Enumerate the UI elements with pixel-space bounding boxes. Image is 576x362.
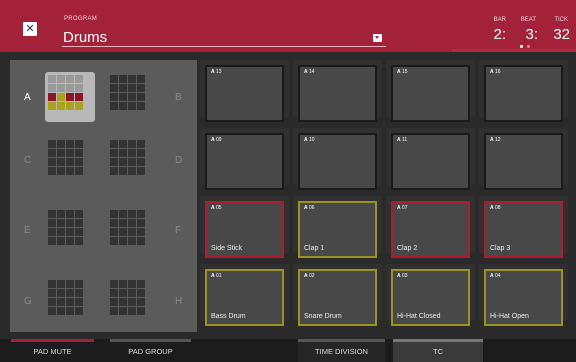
- pad-number: A 07: [397, 205, 408, 211]
- pad-a05[interactable]: A 05 Side Stick: [200, 196, 289, 258]
- bank-letter-h: H: [175, 296, 183, 307]
- pad-name: Hi-Hat Closed: [397, 313, 441, 320]
- pad-a08[interactable]: A 08 Clap 3: [479, 196, 568, 258]
- pad-a03[interactable]: A 03 Hi-Hat Closed: [386, 264, 475, 326]
- tab-pad-group[interactable]: PAD GROUP: [110, 342, 191, 362]
- page-dot-active: [520, 45, 523, 48]
- pad-number: A 05: [211, 205, 222, 211]
- pad-name: Clap 1: [304, 245, 325, 252]
- chevron-down-icon[interactable]: [373, 34, 382, 42]
- pad-a10[interactable]: A 10: [293, 128, 382, 190]
- close-icon[interactable]: ✕: [23, 22, 37, 36]
- pad-number: A 03: [397, 273, 408, 279]
- bank-letter-b: B: [175, 92, 182, 103]
- bank-c-mini-grid[interactable]: [48, 140, 83, 175]
- pad-a09[interactable]: A 09: [200, 128, 289, 190]
- bank-b-mini-grid[interactable]: [110, 75, 145, 110]
- pad-bank-panel: A B C D E F G H: [10, 60, 197, 332]
- tab-pad-mute[interactable]: PAD MUTE: [11, 342, 94, 362]
- pad-number: A 01: [211, 273, 222, 279]
- bank-a-mini-grid[interactable]: [48, 75, 83, 110]
- program-select[interactable]: Drums: [63, 29, 107, 46]
- pad-a04[interactable]: A 04 Hi-Hat Open: [479, 264, 568, 326]
- bank-letter-d: D: [175, 155, 183, 166]
- tick-value: 32: [553, 26, 570, 43]
- program-underline: [62, 46, 386, 47]
- pad-a13[interactable]: A 13: [200, 60, 289, 122]
- bank-letter-g: G: [24, 296, 32, 307]
- program-label: PROGRAM: [64, 16, 98, 22]
- bar-label: BAR: [493, 17, 506, 23]
- pad-number: A 16: [490, 69, 501, 75]
- pad-a15[interactable]: A 15: [386, 60, 475, 122]
- pad-number: A 02: [304, 273, 315, 279]
- tick-label: TICK: [554, 17, 568, 23]
- pad-number: A 15: [397, 69, 408, 75]
- bank-letter-e: E: [24, 225, 31, 236]
- pad-a16[interactable]: A 16: [479, 60, 568, 122]
- pad-number: A 12: [490, 137, 501, 143]
- pad-name: Clap 3: [490, 245, 511, 252]
- pad-name: Snare Drum: [304, 313, 342, 320]
- pad-a11[interactable]: A 11: [386, 128, 475, 190]
- pad-a07[interactable]: A 07 Clap 2: [386, 196, 475, 258]
- bank-d-mini-grid[interactable]: [110, 140, 145, 175]
- page-dot: [527, 45, 530, 48]
- tab-tc[interactable]: TC: [393, 342, 483, 362]
- pad-number: A 06: [304, 205, 315, 211]
- pad-name: Bass Drum: [211, 313, 246, 320]
- pad-number: A 09: [211, 137, 222, 143]
- pad-a01[interactable]: A 01 Bass Drum: [200, 264, 289, 326]
- pad-name: Hi-Hat Open: [490, 313, 529, 320]
- pad-number: A 13: [211, 69, 222, 75]
- tab-time-division[interactable]: TIME DIVISION: [298, 342, 385, 362]
- bar-value: 2:: [493, 26, 506, 43]
- pad-a12[interactable]: A 12: [479, 128, 568, 190]
- pad-number: A 14: [304, 69, 315, 75]
- bank-e-mini-grid[interactable]: [48, 210, 83, 245]
- pad-a02[interactable]: A 02 Snare Drum: [293, 264, 382, 326]
- beat-label: BEAT: [520, 17, 536, 23]
- bank-letter-f: F: [175, 225, 182, 236]
- pad-number: A 08: [490, 205, 501, 211]
- bank-letter-c: C: [24, 155, 32, 166]
- pad-a14[interactable]: A 14: [293, 60, 382, 122]
- bank-letter-a: A: [24, 92, 31, 103]
- pad-a06[interactable]: A 06 Clap 1: [293, 196, 382, 258]
- bank-g-mini-grid[interactable]: [48, 280, 83, 315]
- pad-number: A 04: [490, 273, 501, 279]
- bank-h-mini-grid[interactable]: [110, 280, 145, 315]
- pad-name: Clap 2: [397, 245, 418, 252]
- pad-number: A 11: [397, 137, 408, 143]
- header-accent-strip: [452, 49, 576, 52]
- pad-name: Side Stick: [211, 245, 243, 252]
- beat-value: 3:: [525, 26, 538, 43]
- bank-f-mini-grid[interactable]: [110, 210, 145, 245]
- pad-number: A 10: [304, 137, 315, 143]
